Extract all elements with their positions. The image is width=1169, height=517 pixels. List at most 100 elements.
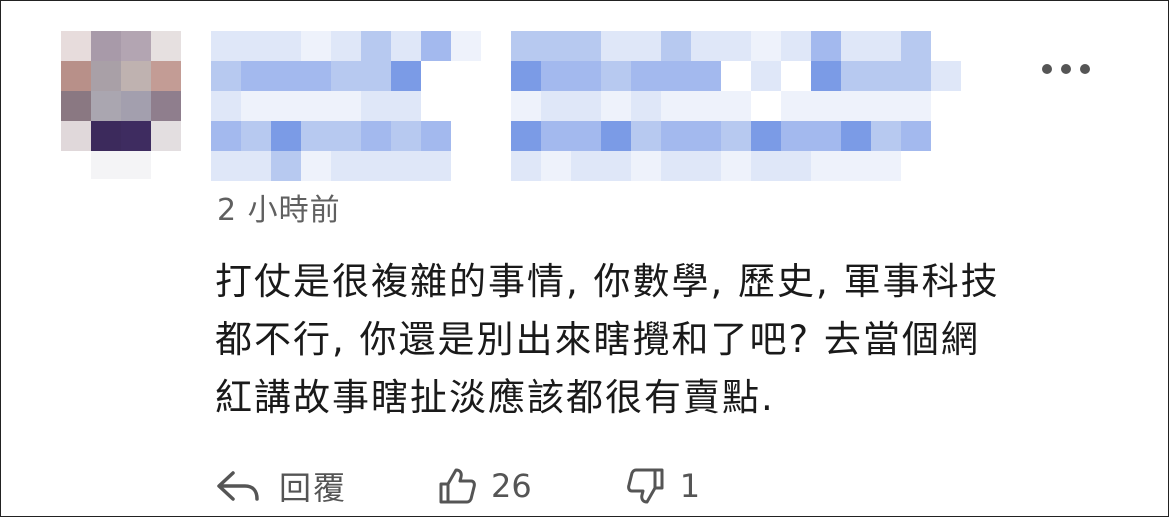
reply-arrow-icon	[217, 471, 259, 501]
username-pixel	[901, 91, 931, 121]
username-pixel	[331, 61, 361, 91]
username-pixel	[421, 31, 451, 61]
username-pixel	[691, 121, 721, 151]
username-pixel	[541, 151, 571, 181]
like-button[interactable]: 26	[437, 466, 532, 506]
username-pixel	[361, 61, 391, 91]
username-pixel	[661, 121, 691, 151]
avatar-pixel	[61, 31, 91, 61]
username-pixel	[631, 151, 661, 181]
username-redacted[interactable]	[211, 31, 961, 181]
username-pixel	[691, 61, 721, 91]
username-pixel	[541, 31, 571, 61]
avatar-pixel	[151, 61, 181, 91]
username-pixel	[631, 121, 661, 151]
username-pixel	[871, 61, 901, 91]
comment-actions: 回覆 26 1	[215, 461, 700, 511]
username-pixel	[721, 91, 751, 121]
username-pixel	[751, 31, 781, 61]
username-pixel	[481, 61, 511, 91]
username-pixel	[211, 31, 241, 61]
username-pixel	[661, 31, 691, 61]
username-pixel	[301, 121, 331, 151]
username-pixel	[571, 61, 601, 91]
comment-line: 打仗是很複雜的事情, 你數學, 歷史, 軍事科技	[215, 260, 1000, 303]
username-pixel	[781, 31, 811, 61]
username-pixel	[781, 151, 811, 181]
reply-label: 回覆	[279, 469, 348, 507]
username-pixel	[751, 91, 781, 121]
username-pixel	[451, 121, 481, 151]
username-pixel	[361, 151, 391, 181]
username-pixel	[301, 61, 331, 91]
username-pixel	[811, 31, 841, 61]
avatar-pixel	[61, 151, 91, 179]
username-pixel	[271, 31, 301, 61]
username-pixel	[841, 121, 871, 151]
username-pixel	[871, 91, 901, 121]
username-pixel	[751, 61, 781, 91]
username-pixel	[901, 61, 931, 91]
username-pixel	[691, 91, 721, 121]
username-pixel	[241, 31, 271, 61]
username-pixel	[361, 121, 391, 151]
username-pixel	[841, 151, 871, 181]
comment-line: 都不行, 你還是別出來瞎攪和了吧? 去當個網	[215, 318, 980, 361]
username-pixel	[391, 31, 421, 61]
avatar-pixel	[61, 61, 91, 91]
username-pixel	[481, 151, 511, 181]
username-pixel	[271, 121, 301, 151]
username-pixel	[391, 91, 421, 121]
username-pixel	[781, 91, 811, 121]
username-pixel	[451, 31, 481, 61]
comment-timestamp: 2 小時前	[217, 193, 341, 228]
username-pixel	[871, 121, 901, 151]
username-pixel	[691, 31, 721, 61]
avatar-pixel	[61, 91, 91, 121]
thumbs-down-icon	[626, 468, 664, 504]
username-pixel	[931, 121, 961, 151]
username-pixel	[541, 61, 571, 91]
username-pixel	[811, 151, 841, 181]
username-pixel	[631, 31, 661, 61]
username-pixel	[241, 121, 271, 151]
username-pixel	[421, 61, 451, 91]
avatar[interactable]	[61, 31, 181, 179]
username-pixel	[571, 121, 601, 151]
avatar-pixel	[61, 121, 91, 151]
username-pixel	[571, 91, 601, 121]
avatar-pixel	[151, 31, 181, 61]
username-pixel	[541, 121, 571, 151]
more-options-button[interactable]	[1036, 55, 1096, 83]
username-pixel	[901, 121, 931, 151]
thumbs-up-icon	[439, 468, 476, 504]
username-pixel	[871, 151, 901, 181]
username-pixel	[601, 121, 631, 151]
more-dot-icon	[1061, 64, 1071, 74]
username-pixel	[511, 121, 541, 151]
username-pixel	[691, 151, 721, 181]
dislike-button[interactable]: 1	[626, 466, 700, 506]
username-pixel	[301, 31, 331, 61]
username-pixel	[391, 61, 421, 91]
username-pixel	[661, 151, 691, 181]
username-pixel	[811, 91, 841, 121]
username-pixel	[811, 61, 841, 91]
avatar-pixel	[91, 121, 121, 151]
username-pixel	[631, 61, 661, 91]
username-pixel	[211, 121, 241, 151]
username-pixel	[361, 31, 391, 61]
username-pixel	[421, 91, 451, 121]
username-pixel	[631, 91, 661, 121]
username-pixel	[841, 91, 871, 121]
avatar-pixel	[151, 121, 181, 151]
username-pixel	[601, 61, 631, 91]
username-pixel	[931, 31, 961, 61]
username-pixel	[601, 31, 631, 61]
reply-button[interactable]: 回覆	[215, 463, 347, 509]
username-pixel	[931, 151, 961, 181]
username-pixel	[571, 31, 601, 61]
username-pixel	[451, 151, 481, 181]
username-pixel	[301, 151, 331, 181]
username-pixel	[601, 151, 631, 181]
